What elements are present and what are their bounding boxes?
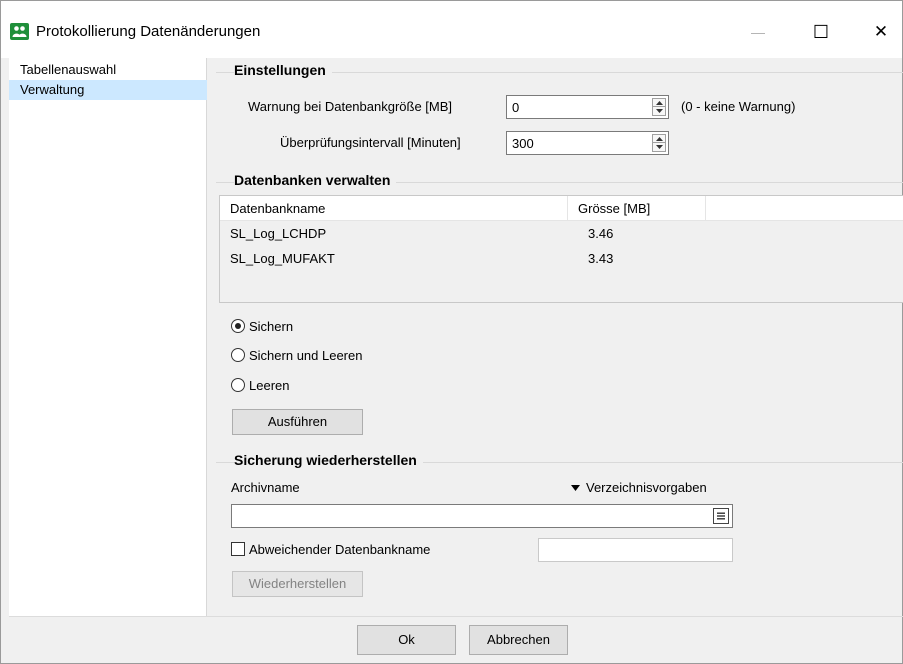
radio-circle[interactable]: [231, 319, 245, 333]
radio-label: Leeren: [249, 377, 290, 393]
intervall-value: 300: [512, 136, 534, 151]
archivname-input[interactable]: [231, 504, 733, 528]
maximize-button[interactable]: ☐: [798, 15, 844, 49]
einstellungen-title: Einstellungen: [234, 62, 332, 78]
spin-down-icon[interactable]: [653, 107, 665, 115]
wiederherstellen-button[interactable]: Wiederherstellen: [232, 571, 363, 597]
dropdown-arrow-icon: [571, 484, 580, 491]
column-header-datenbankname[interactable]: Datenbankname: [220, 196, 568, 221]
dialog-window: Protokollierung Datenänderungen — ☐ ✕ Ta…: [0, 0, 903, 664]
intervall-label: Überprüfungsintervall [Minuten]: [280, 135, 461, 150]
verzeichnisvorgaben-label: Verzeichnisvorgaben: [586, 480, 707, 495]
warnung-stepper[interactable]: 0: [506, 95, 669, 119]
warnung-label: Warnung bei Datenbankgröße [MB]: [248, 99, 453, 114]
sidebar: Tabellenauswahl Verwaltung: [9, 58, 207, 616]
abweichender-db-input[interactable]: [538, 538, 733, 562]
column-header-groesse[interactable]: Grösse [MB]: [568, 196, 706, 221]
abweichender-db-checkbox[interactable]: Abweichender Datenbankname: [231, 540, 430, 558]
cell-size: 3.46: [588, 226, 614, 241]
database-table: Datenbankname Grösse [MB] SL_Log_LCHDP 3…: [219, 195, 903, 303]
cell-name: SL_Log_LCHDP: [230, 226, 327, 241]
restore-title: Sicherung wiederherstellen: [234, 452, 423, 468]
maximize-icon: ☐: [812, 21, 830, 42]
radio-label: Sichern und Leeren: [249, 347, 363, 363]
warnung-value: 0: [512, 100, 520, 115]
radio-label: Sichern: [249, 318, 294, 334]
ok-button[interactable]: Ok: [357, 625, 456, 655]
browse-list-icon[interactable]: [713, 508, 729, 524]
cell-name: SL_Log_MUFAKT: [230, 251, 335, 266]
datenbanken-group: Datenbanken verwalten: [216, 172, 903, 188]
footer-divider: [9, 616, 903, 617]
title-bar: Protokollierung Datenänderungen — ☐ ✕: [1, 1, 902, 58]
intervall-spin-buttons[interactable]: [652, 134, 666, 152]
abweichender-db-label: Abweichender Datenbankname: [249, 541, 431, 557]
checkbox-box[interactable]: [231, 542, 245, 556]
minimize-icon: —: [751, 24, 765, 40]
verzeichnisvorgaben-link[interactable]: Verzeichnisvorgaben: [571, 480, 707, 495]
sidebar-item-verwaltung[interactable]: Verwaltung: [9, 80, 207, 100]
radio-sichern-und-leeren[interactable]: Sichern und Leeren: [231, 346, 362, 364]
intervall-stepper[interactable]: 300: [506, 131, 669, 155]
datenbanken-title: Datenbanken verwalten: [234, 172, 397, 188]
einstellungen-group: Einstellungen: [216, 62, 903, 172]
spin-up-icon[interactable]: [653, 99, 665, 107]
table-row[interactable]: SL_Log_MUFAKT 3.43: [220, 246, 903, 271]
app-users-icon: [10, 23, 29, 40]
radio-circle[interactable]: [231, 348, 245, 362]
spin-up-icon[interactable]: [653, 135, 665, 143]
spin-down-icon[interactable]: [653, 143, 665, 151]
sidebar-item-tabellenauswahl[interactable]: Tabellenauswahl: [9, 60, 207, 80]
radio-dot: [235, 323, 241, 329]
table-header: Datenbankname Grösse [MB]: [220, 196, 903, 221]
minimize-button[interactable]: —: [735, 15, 781, 49]
cancel-button[interactable]: Abbrechen: [469, 625, 568, 655]
radio-sichern[interactable]: Sichern: [231, 317, 293, 335]
window-title: Protokollierung Datenänderungen: [36, 23, 261, 40]
warnung-spin-buttons[interactable]: [652, 98, 666, 116]
warnung-hint: (0 - keine Warnung): [681, 99, 796, 114]
close-button[interactable]: ✕: [858, 15, 903, 49]
archivname-label: Archivname: [231, 480, 300, 495]
close-icon: ✕: [873, 22, 889, 41]
table-row[interactable]: SL_Log_LCHDP 3.46: [220, 221, 903, 246]
radio-circle[interactable]: [231, 378, 245, 392]
radio-leeren[interactable]: Leeren: [231, 376, 289, 394]
ausfuehren-button[interactable]: Ausführen: [232, 409, 363, 435]
sidebar-item-label: Verwaltung: [20, 82, 85, 97]
sidebar-item-label: Tabellenauswahl: [20, 62, 117, 77]
cell-size: 3.43: [588, 251, 614, 266]
